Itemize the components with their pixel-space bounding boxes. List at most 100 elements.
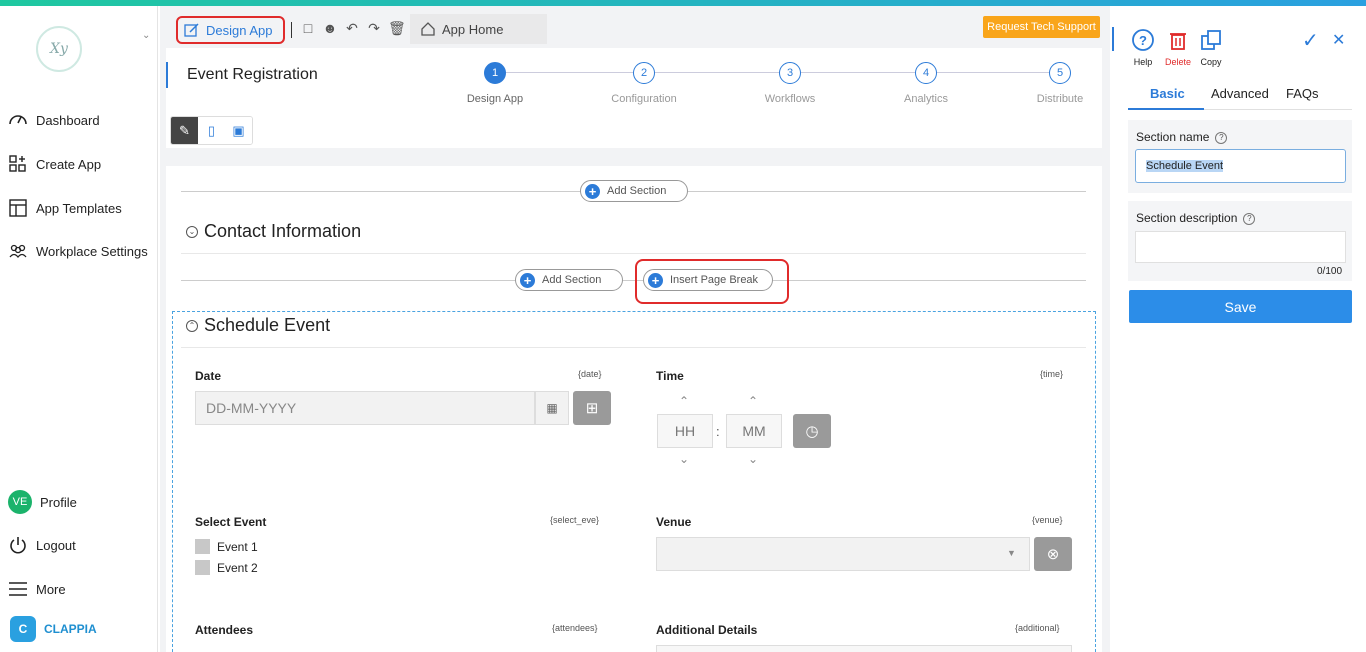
- section-contact-information[interactable]: ⌄ Contact Information: [186, 221, 361, 242]
- add-section-button[interactable]: + Add Section: [580, 180, 688, 202]
- add-section-button[interactable]: + Add Section: [515, 269, 623, 291]
- step-configuration[interactable]: 2 Configuration: [599, 62, 689, 105]
- help-button[interactable]: ? Help: [1130, 28, 1156, 67]
- mobile-view-icon[interactable]: ▯: [198, 117, 225, 144]
- chevron-down-icon[interactable]: ⌄: [679, 452, 689, 466]
- sidebar-item-label: Profile: [40, 494, 77, 510]
- date-label: Date: [195, 369, 222, 383]
- divider: [181, 347, 1086, 348]
- delete-button[interactable]: Delete: [1162, 28, 1194, 67]
- help-circle-icon[interactable]: ?: [1215, 131, 1228, 144]
- chevron-down-icon[interactable]: ⌄: [748, 452, 758, 466]
- minute-input[interactable]: MM: [726, 414, 782, 448]
- add-user-icon[interactable]: ☻: [322, 20, 338, 36]
- additional-details-input[interactable]: [656, 645, 1072, 652]
- sidebar-item-label: Create App: [36, 156, 102, 172]
- step-distribute[interactable]: 5 Distribute: [1015, 62, 1105, 105]
- section-name-input[interactable]: Schedule Event: [1135, 149, 1346, 183]
- chevron-down-icon[interactable]: ⌄: [142, 30, 150, 41]
- step-design-app[interactable]: 1 Design App: [450, 62, 540, 105]
- step-number: 1: [484, 62, 506, 84]
- section-title: Contact Information: [204, 221, 362, 241]
- option-label: Event 2: [217, 560, 258, 575]
- undo-icon[interactable]: ↶: [344, 20, 360, 36]
- toolbar-divider: [291, 22, 292, 38]
- step-analytics[interactable]: 4 Analytics: [881, 62, 971, 105]
- sidebar-item-more[interactable]: More: [8, 579, 66, 599]
- tab-advanced[interactable]: Advanced: [1211, 86, 1269, 101]
- app-home-button[interactable]: App Home: [410, 14, 547, 44]
- time-separator: :: [716, 424, 720, 439]
- template-icon: [9, 199, 27, 217]
- avatar: VE: [8, 490, 32, 514]
- edit-view-icon[interactable]: ✎: [171, 117, 198, 144]
- sidebar-item-label: App Templates: [36, 200, 122, 216]
- time-label: Time: [656, 369, 684, 383]
- checkbox[interactable]: [195, 539, 210, 554]
- venue-select[interactable]: [656, 537, 1030, 571]
- plus-circle-icon: +: [520, 272, 535, 288]
- design-app-button[interactable]: Design App: [176, 16, 285, 44]
- date-input[interactable]: DD-MM-YYYY: [195, 391, 535, 425]
- time-tag: {time}: [1040, 369, 1064, 379]
- tab-basic[interactable]: Basic: [1150, 86, 1185, 101]
- sidebar-item-dashboard[interactable]: Dashboard: [8, 110, 100, 130]
- clear-venue-button[interactable]: ⊗: [1034, 537, 1072, 571]
- delete-label: Delete: [1164, 57, 1191, 67]
- logo-text: Xy: [50, 41, 68, 57]
- section-schedule-event[interactable]: ⌃ Schedule Event: [186, 315, 330, 336]
- view-mode-toggle: ✎ ▯ ▣: [170, 116, 253, 145]
- divider: [181, 280, 1086, 281]
- home-icon: [421, 22, 435, 36]
- calendar-add-button[interactable]: ⊞: [573, 391, 611, 425]
- sidebar-item-label: More: [36, 581, 66, 597]
- sidebar-item-label: Logout: [36, 537, 76, 553]
- step-workflows[interactable]: 3 Workflows: [745, 62, 835, 105]
- char-counter: 0/100: [1317, 266, 1343, 277]
- sidebar-item-create-app[interactable]: Create App: [8, 154, 101, 174]
- redo-icon[interactable]: ↷: [366, 20, 382, 36]
- step-label: Analytics: [903, 93, 949, 105]
- event-option-1[interactable]: Event 1: [195, 539, 258, 554]
- step-label: Configuration: [611, 93, 677, 105]
- step-number: 2: [633, 62, 655, 84]
- help-circle-icon[interactable]: ?: [1243, 212, 1256, 225]
- tab-faqs[interactable]: FAQs: [1286, 86, 1319, 101]
- calendar-icon[interactable]: ▦: [535, 391, 569, 425]
- copy-button[interactable]: Copy: [1198, 28, 1224, 67]
- desktop-view-icon[interactable]: ▣: [225, 117, 252, 144]
- copy-icon[interactable]: □: [300, 20, 316, 36]
- chevron-down-icon: ⌄: [186, 225, 198, 238]
- close-icon[interactable]: ✕: [1332, 30, 1345, 50]
- section-description-input[interactable]: [1135, 231, 1346, 263]
- active-tab-indicator: [1128, 108, 1204, 110]
- plus-circle-icon: +: [585, 183, 600, 199]
- check-icon[interactable]: ✓: [1302, 28, 1319, 53]
- power-icon: [10, 537, 26, 554]
- sidebar: Xy ⌄ Dashboard Create App App Templates …: [0, 6, 158, 652]
- sidebar-item-app-templates[interactable]: App Templates: [8, 198, 122, 218]
- request-tech-support-button[interactable]: Request Tech Support: [983, 16, 1100, 38]
- edit-icon: [184, 23, 199, 37]
- speedometer-icon: [9, 115, 27, 125]
- dropdown-caret-icon[interactable]: ▼: [1007, 548, 1016, 558]
- svg-text:?: ?: [1139, 33, 1147, 48]
- trash-icon[interactable]: 🗑: [388, 20, 406, 36]
- add-section-label: Add Section: [607, 185, 667, 197]
- sidebar-item-logout[interactable]: Logout: [8, 535, 76, 555]
- sidebar-item-workplace-settings[interactable]: Workplace Settings: [8, 241, 148, 261]
- additional-details-tag: {additional}: [1015, 623, 1060, 633]
- step-number: 5: [1049, 62, 1071, 84]
- clock-reset-icon: ◷: [805, 423, 819, 440]
- chevron-up-icon[interactable]: ⌃: [748, 394, 758, 408]
- attendees-tag: {attendees}: [552, 623, 598, 633]
- highlight-annotation: [635, 259, 789, 304]
- event-option-2[interactable]: Event 2: [195, 560, 258, 575]
- save-button[interactable]: Save: [1129, 290, 1352, 323]
- hour-input[interactable]: HH: [657, 414, 713, 448]
- sidebar-item-profile[interactable]: VE Profile: [8, 490, 77, 514]
- current-time-button[interactable]: ◷: [793, 414, 831, 448]
- workspace-logo[interactable]: Xy: [36, 26, 82, 72]
- checkbox[interactable]: [195, 560, 210, 575]
- chevron-up-icon[interactable]: ⌃: [679, 394, 689, 408]
